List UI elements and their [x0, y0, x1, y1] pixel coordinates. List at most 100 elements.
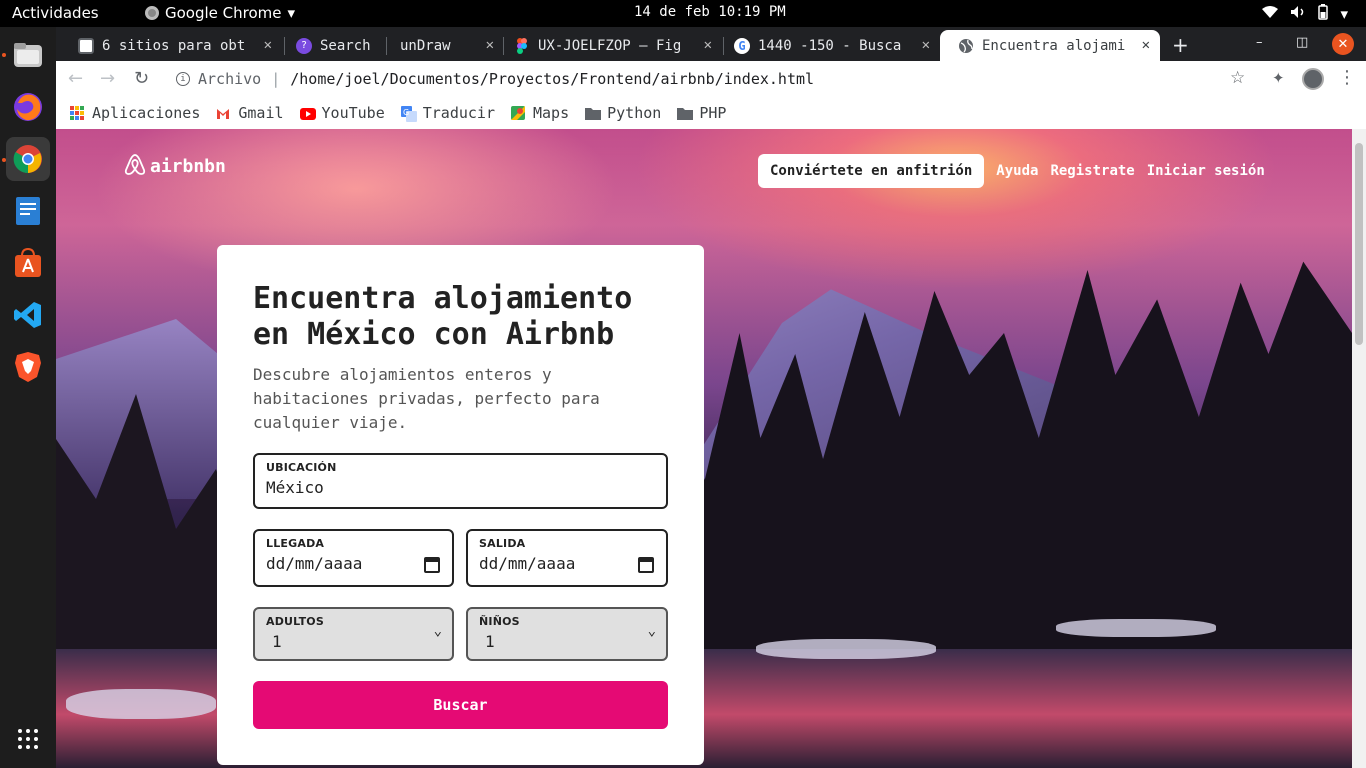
separator: |	[271, 70, 281, 88]
vscode-icon[interactable]	[6, 293, 50, 337]
close-icon[interactable]: ✕	[264, 37, 272, 53]
close-icon[interactable]: ✕	[922, 37, 930, 53]
help-link[interactable]: Ayuda	[996, 163, 1038, 179]
tab-title: 1440 -150 - Busca	[758, 37, 902, 54]
location-field[interactable]: UBICACIÓN México	[253, 453, 668, 509]
gmail-icon	[216, 106, 230, 120]
info-icon[interactable]: i	[176, 72, 190, 86]
folder-icon	[585, 106, 602, 120]
scrollbar-thumb[interactable]	[1355, 143, 1363, 345]
avatar[interactable]	[1302, 68, 1324, 90]
apps-grid-icon[interactable]	[6, 717, 50, 761]
system-top-bar: Actividades Google Chrome ▾ 14 de feb 10…	[0, 0, 1366, 27]
airbnb-logo[interactable]: airbnbn	[124, 153, 226, 180]
address-bar[interactable]: i Archivo | /home/joel/Documentos/Proyec…	[164, 65, 1274, 93]
folder-icon	[677, 106, 694, 120]
arrival-field[interactable]: LLEGADA dd/mm/aaaa	[253, 529, 454, 587]
figma-icon	[514, 37, 530, 54]
search-button[interactable]: Buscar	[253, 681, 668, 729]
page-icon	[78, 37, 94, 54]
adults-label: ADULTOS	[266, 615, 324, 628]
files-icon[interactable]	[6, 33, 50, 77]
chevron-down-icon: ⌄	[647, 623, 656, 639]
login-link[interactable]: Iniciar sesión	[1147, 163, 1265, 179]
calendar-icon[interactable]	[424, 557, 440, 573]
security-label: Archivo	[198, 70, 262, 88]
youtube-icon	[299, 106, 316, 120]
bookmark-python[interactable]: Python	[585, 104, 661, 122]
new-tab-button[interactable]: +	[1172, 33, 1189, 57]
departure-field[interactable]: SALIDA dd/mm/aaaa	[466, 529, 668, 587]
tab-google[interactable]: G 1440 -150 - Busca ✕	[716, 30, 940, 61]
minimize-icon[interactable]: –	[1256, 35, 1263, 50]
adults-value: 1	[272, 632, 282, 651]
bookmark-translate[interactable]: G Traducir	[400, 104, 495, 122]
bookmark-star-icon[interactable]: ☆	[1230, 68, 1245, 88]
bookmark-label: Traducir	[422, 104, 495, 122]
become-host-button[interactable]: Conviértete en anfitrión	[758, 154, 985, 188]
chevron-down-icon: ▾	[287, 4, 296, 22]
bookmarks-bar: Aplicaciones Gmail YouTube G Traducir Ma…	[56, 97, 1366, 129]
tab-title: Encuentra alojami	[982, 37, 1126, 54]
page-scrollbar[interactable]	[1352, 129, 1366, 768]
clock[interactable]: 14 de feb 10:19 PM	[634, 4, 786, 20]
departure-input[interactable]: dd/mm/aaaa	[479, 554, 655, 573]
bookmark-maps[interactable]: Maps	[511, 104, 569, 122]
close-icon[interactable]: ✕	[1142, 37, 1150, 53]
tab-title: unDraw	[400, 37, 451, 54]
tab-figma[interactable]: UX-JOELFZOP – Fig ✕	[496, 30, 722, 61]
wifi-icon	[1262, 5, 1279, 23]
children-label: ÑIÑOS	[479, 615, 520, 628]
header-nav: Conviértete en anfitrión Ayuda Registrat…	[758, 154, 1265, 188]
browser-window: 6 sitios para obt ✕ ? Search unDraw ✕ UX…	[56, 27, 1366, 768]
arrival-input[interactable]: dd/mm/aaaa	[266, 554, 441, 573]
tab-search[interactable]: ? Search	[278, 30, 394, 61]
reload-icon[interactable]: ↻	[134, 68, 149, 89]
back-icon[interactable]: ←	[68, 68, 83, 89]
chrome-icon[interactable]	[6, 137, 50, 181]
page-title: Encuentra alojamiento en México con Airb…	[253, 281, 633, 352]
bookmark-label: PHP	[699, 104, 727, 122]
software-store-icon[interactable]	[6, 241, 50, 285]
forward-icon[interactable]: →	[100, 68, 115, 89]
url-text[interactable]: /home/joel/Documentos/Proyectos/Frontend…	[290, 70, 814, 88]
text-editor-icon[interactable]	[6, 189, 50, 233]
calendar-icon[interactable]	[638, 557, 654, 573]
extensions-icon[interactable]: ✦	[1272, 69, 1285, 87]
bookmark-gmail[interactable]: Gmail	[216, 104, 284, 122]
tab-airbnb-active[interactable]: Encuentra alojami ✕	[940, 30, 1160, 61]
app-menu-label: Google Chrome	[165, 4, 282, 22]
chrome-icon	[145, 6, 159, 20]
brave-icon[interactable]	[6, 345, 50, 389]
location-input[interactable]: México	[266, 478, 655, 497]
window-close-button[interactable]: ✕	[1332, 33, 1354, 55]
children-value: 1	[485, 632, 495, 651]
more-menu-icon[interactable]: ⋮	[1338, 67, 1356, 88]
bookmark-youtube[interactable]: YouTube	[299, 104, 385, 122]
description: Descubre alojamientos enteros y habitaci…	[253, 365, 600, 432]
close-icon[interactable]: ✕	[486, 37, 494, 53]
location-label: UBICACIÓN	[266, 461, 337, 474]
app-menu[interactable]: Google Chrome ▾	[145, 4, 295, 22]
system-tray[interactable]: ▾	[1262, 4, 1348, 24]
bookmark-label: Maps	[533, 104, 570, 122]
apps-grid-icon	[70, 106, 84, 120]
maximize-icon[interactable]: ◫	[1296, 35, 1308, 50]
children-select[interactable]: ÑIÑOS 1 ⌄	[466, 607, 668, 661]
close-icon[interactable]: ✕	[704, 37, 712, 53]
activities-button[interactable]: Actividades	[12, 4, 99, 22]
bookmark-apps[interactable]: Aplicaciones	[70, 104, 200, 122]
firefox-icon[interactable]	[6, 85, 50, 129]
hero-section: airbnbn Conviértete en anfitrión Ayuda R…	[56, 129, 1352, 768]
adults-select[interactable]: ADULTOS 1 ⌄	[253, 607, 454, 661]
browser-toolbar: ← → ↻ i Archivo | /home/joel/Documentos/…	[56, 61, 1366, 97]
bookmark-php[interactable]: PHP	[677, 104, 726, 122]
background-snow	[66, 689, 216, 719]
tab-sitios[interactable]: 6 sitios para obt ✕	[60, 30, 282, 61]
tab-undraw[interactable]: unDraw ✕	[382, 30, 504, 61]
departure-label: SALIDA	[479, 537, 526, 550]
register-link[interactable]: Registrate	[1050, 163, 1134, 179]
background-snow	[756, 639, 936, 659]
globe-icon	[958, 38, 974, 54]
translate-icon: G	[400, 106, 417, 122]
